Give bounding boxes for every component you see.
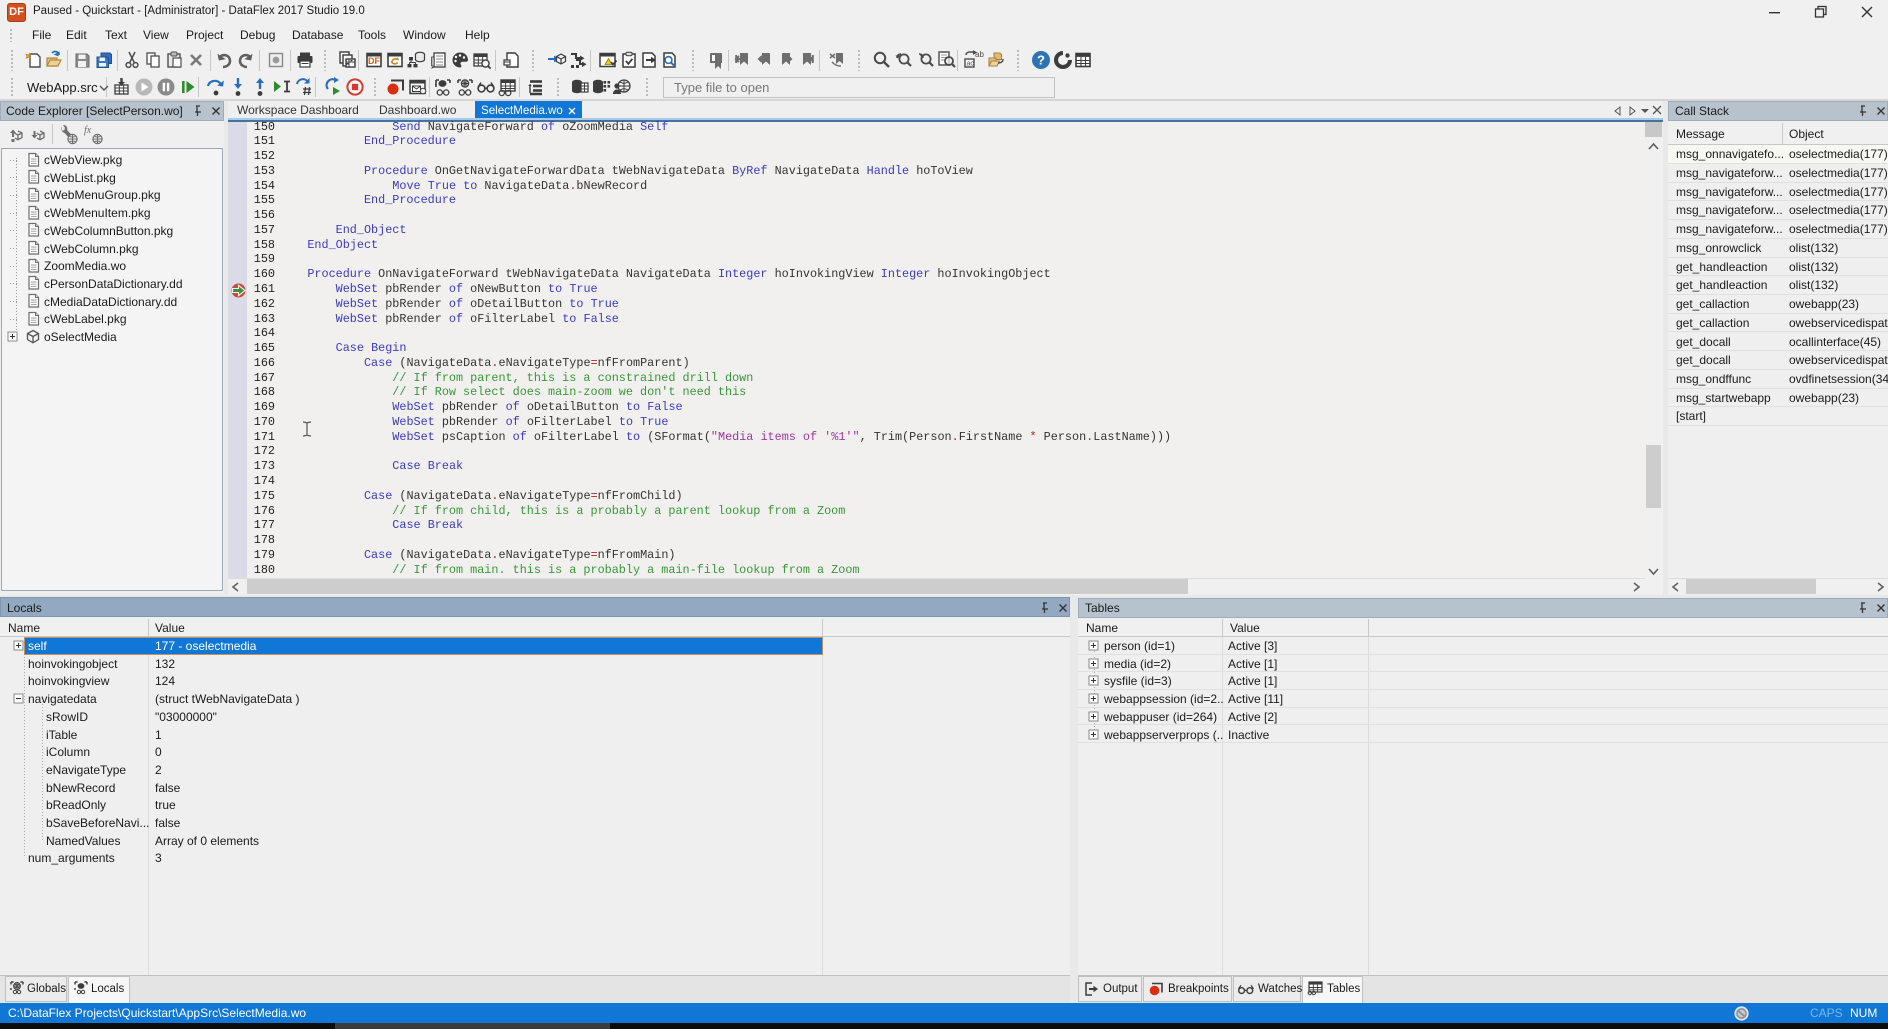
svg-text:DF: DF: [368, 56, 380, 66]
svg-text:?: ?: [1037, 53, 1045, 68]
svg-text:fx: fx: [84, 125, 92, 136]
svg-text:ac: ac: [967, 61, 975, 68]
svg-text:ab: ab: [975, 50, 984, 59]
